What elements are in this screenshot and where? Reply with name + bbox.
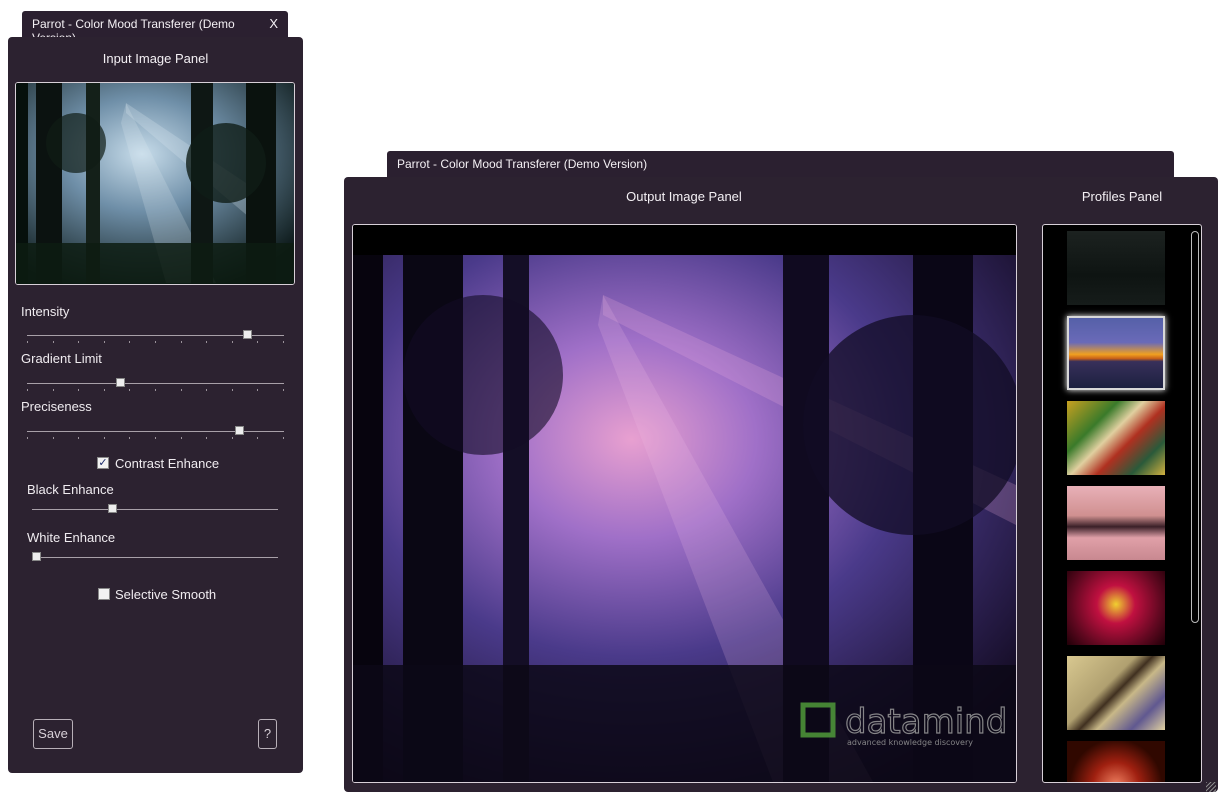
close-button[interactable]: X <box>269 16 278 31</box>
profiles-list[interactable] <box>1042 224 1202 783</box>
white-enhance-label: White Enhance <box>27 530 116 545</box>
contrast-enhance-label: Contrast Enhance <box>115 456 220 471</box>
slider-tick <box>206 341 207 343</box>
black-enhance-slider[interactable] <box>32 504 278 513</box>
slider-tick <box>129 389 130 391</box>
help-button[interactable]: ? <box>258 719 277 749</box>
intensity-slider[interactable] <box>27 330 284 343</box>
intensity-label: Intensity <box>21 304 70 319</box>
slider-thumb[interactable] <box>108 504 117 513</box>
black-enhance-label: Black Enhance <box>27 482 114 497</box>
slider-tick <box>53 341 54 343</box>
input-image[interactable] <box>15 82 295 285</box>
slider-tick <box>206 389 207 391</box>
slider-tick <box>257 341 258 343</box>
contrast-enhance-checkbox[interactable]: ✓ <box>97 457 109 469</box>
gradient-limit-label: Gradient Limit <box>21 351 102 366</box>
red-window-profile[interactable] <box>1067 741 1165 782</box>
slider-tick <box>232 389 233 391</box>
slider-tick <box>104 437 105 439</box>
slider-tick <box>206 437 207 439</box>
input-image-panel: Input Image Panel Intensity Gradient Lim… <box>8 37 303 773</box>
output-window-title-tab[interactable]: Parrot - Color Mood Transferer (Demo Ver… <box>387 151 1174 177</box>
slider-tick <box>155 389 156 391</box>
slider-tick <box>104 389 105 391</box>
watermark-tagline: advanced knowledge discovery <box>847 738 973 747</box>
slider-tick <box>283 437 284 439</box>
slider-tick <box>155 341 156 343</box>
slider-tick <box>283 341 284 343</box>
slider-tick <box>232 437 233 439</box>
kandinsky-profile[interactable] <box>1067 656 1165 730</box>
output-panel-title: Output Image Panel <box>626 189 742 204</box>
abstract-art-profile[interactable] <box>1067 401 1165 475</box>
slider-thumb[interactable] <box>243 330 252 339</box>
slider-tick <box>129 341 130 343</box>
preciseness-label: Preciseness <box>21 399 92 414</box>
slider-tick <box>53 389 54 391</box>
palm-sunset-profile[interactable] <box>1067 486 1165 560</box>
sunset-lake-profile[interactable] <box>1067 316 1165 390</box>
preciseness-slider[interactable] <box>27 426 284 439</box>
slider-tick <box>283 389 284 391</box>
slider-tick <box>232 341 233 343</box>
save-button[interactable]: Save <box>33 719 73 749</box>
slider-tick <box>27 437 28 439</box>
watermark-word: datamind <box>845 702 1007 742</box>
slider-thumb[interactable] <box>116 378 125 387</box>
slider-tick <box>181 437 182 439</box>
output-window-panel: Output Image Panel Profiles Panel datami… <box>344 177 1218 792</box>
slider-tick <box>78 341 79 343</box>
dark-forest-profile[interactable] <box>1067 231 1165 305</box>
white-enhance-slider[interactable] <box>32 552 278 561</box>
slider-tick <box>27 341 28 343</box>
output-window-title: Parrot - Color Mood Transferer (Demo Ver… <box>397 157 648 171</box>
slider-tick <box>257 389 258 391</box>
selective-smooth-checkbox[interactable] <box>98 588 110 600</box>
slider-thumb[interactable] <box>32 552 41 561</box>
input-forest-image <box>16 83 294 284</box>
output-forest-image: datamind advanced knowledge discovery <box>353 225 1016 782</box>
input-window-title-tab[interactable]: Parrot - Color Mood Transferer (Demo Ver… <box>22 11 288 45</box>
profiles-container <box>1043 225 1201 782</box>
output-image[interactable]: datamind advanced knowledge discovery <box>352 224 1017 783</box>
slider-tick <box>78 437 79 439</box>
slider-tick <box>27 389 28 391</box>
red-tree-profile[interactable] <box>1067 571 1165 645</box>
slider-tick <box>53 437 54 439</box>
slider-thumb[interactable] <box>235 426 244 435</box>
slider-tick <box>129 437 130 439</box>
slider-tick <box>181 389 182 391</box>
resize-grip-icon[interactable] <box>1206 782 1216 792</box>
slider-tick <box>78 389 79 391</box>
slider-tick <box>181 341 182 343</box>
profiles-panel-title: Profiles Panel <box>1081 189 1163 204</box>
selective-smooth-label: Selective Smooth <box>115 587 217 602</box>
gradient-limit-slider[interactable] <box>27 378 284 391</box>
slider-tick <box>155 437 156 439</box>
profiles-scrollbar[interactable] <box>1191 231 1199 623</box>
input-panel-title: Input Image Panel <box>102 51 209 66</box>
slider-tick <box>104 341 105 343</box>
slider-tick <box>257 437 258 439</box>
